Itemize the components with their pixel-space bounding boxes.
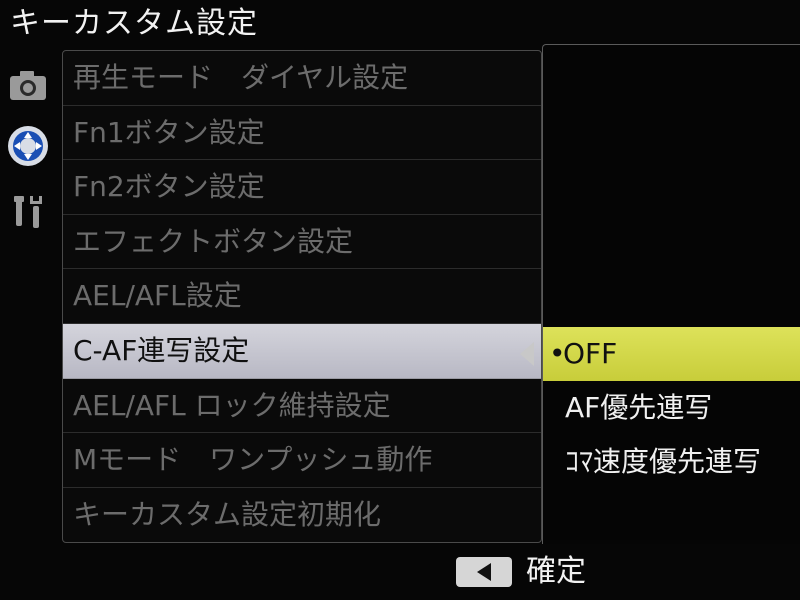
- footer-bar: 確定: [0, 548, 800, 600]
- custom-key-menu: 再生モード ダイヤル設定 Fn1ボタン設定 Fn2ボタン設定 エフェクトボタン設定 AE…: [62, 50, 542, 543]
- option-label: ｺﾏ速度優先連写: [565, 445, 762, 478]
- confirm-label: 確定: [526, 554, 586, 589]
- camera-icon[interactable]: [6, 62, 50, 106]
- option-label: OFF: [563, 337, 618, 370]
- menu-item[interactable]: AEL/AFL設定: [63, 269, 541, 324]
- menu-item[interactable]: Fn1ボタン設定: [63, 106, 541, 161]
- wrench-screwdriver-icon[interactable]: [6, 190, 50, 234]
- submenu-pointer-arrow: [520, 342, 534, 366]
- menu-item[interactable]: C-AF連写設定: [63, 323, 541, 379]
- left-arrow-key-icon: [456, 557, 512, 587]
- menu-item[interactable]: エフェクトボタン設定: [63, 215, 541, 270]
- option-label: AF優先連写: [565, 391, 713, 424]
- menu-item[interactable]: キーカスタム設定初期化: [63, 488, 541, 542]
- menu-item[interactable]: 再生モード ダイヤル設定: [63, 51, 541, 106]
- option-item[interactable]: ｺﾏ速度優先連写: [543, 435, 800, 489]
- menu-item[interactable]: Mモード ワンプッシュ動作: [63, 433, 541, 488]
- menu-item[interactable]: AEL/AFL ロック維持設定: [63, 379, 541, 434]
- page-title: キーカスタム設定: [10, 6, 258, 41]
- menu-list: 再生モード ダイヤル設定 Fn1ボタン設定 Fn2ボタン設定 エフェクトボタン設定 AE…: [63, 51, 541, 542]
- option-item[interactable]: AF優先連写: [543, 381, 800, 435]
- option-panel: •OFF AF優先連写 ｺﾏ速度優先連写: [542, 44, 800, 544]
- dpad-icon[interactable]: [6, 124, 50, 168]
- selected-bullet: •: [549, 337, 566, 370]
- option-item[interactable]: •OFF: [543, 327, 800, 381]
- menu-item[interactable]: Fn2ボタン設定: [63, 160, 541, 215]
- option-list: •OFF AF優先連写 ｺﾏ速度優先連写: [543, 327, 800, 489]
